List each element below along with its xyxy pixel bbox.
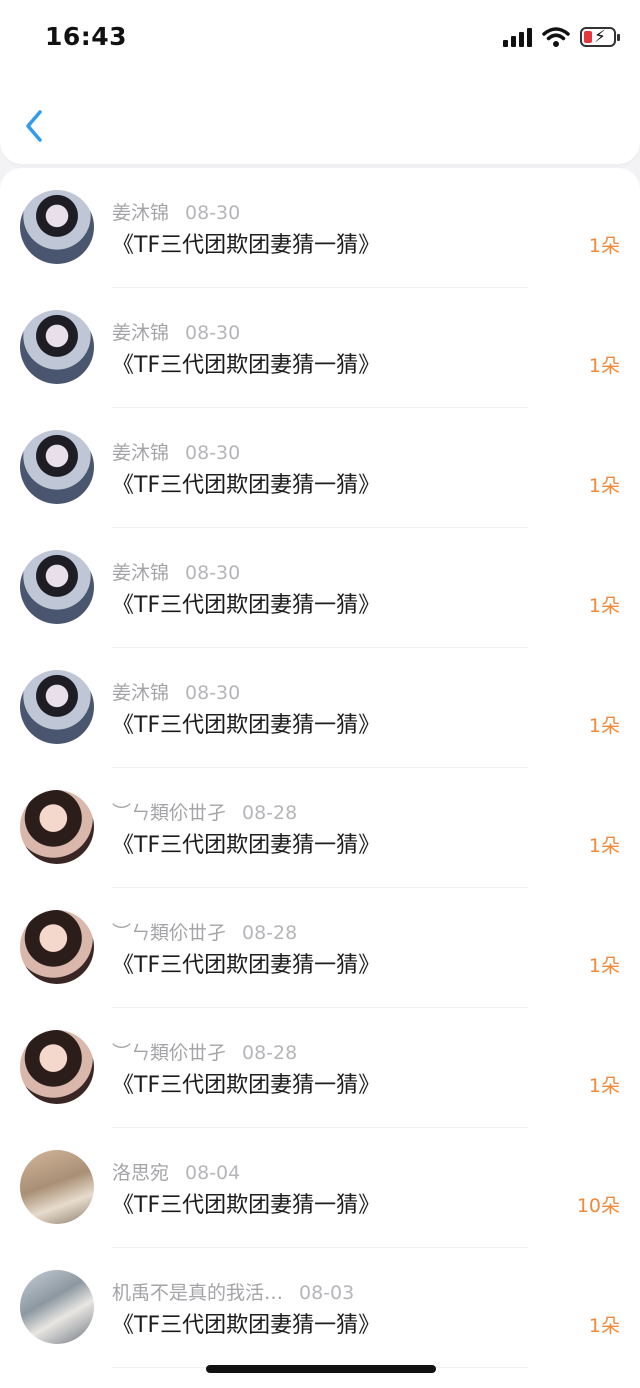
item-meta: ︶ㄣ類伱丗孑 08-28: [112, 798, 297, 825]
item-meta: 姜沐锦 08-30: [112, 198, 240, 225]
avatar[interactable]: [20, 550, 94, 624]
item-meta: 姜沐锦 08-30: [112, 438, 240, 465]
list-item[interactable]: 姜沐锦 08-30 《TF三代团欺团妻猜一猜》 1朵: [0, 648, 640, 768]
avatar[interactable]: [20, 910, 94, 984]
item-meta: 机禹不是真的我活… 08-03: [112, 1278, 354, 1305]
flower-count: 1朵: [588, 1075, 620, 1097]
list-item[interactable]: ︶ㄣ類伱丗孑 08-28 《TF三代团欺团妻猜一猜》 1朵: [0, 888, 640, 1008]
item-meta: ︶ㄣ類伱丗孑 08-28: [112, 918, 297, 945]
item-title[interactable]: 《TF三代团欺团妻猜一猜》: [112, 587, 380, 619]
user-name[interactable]: 姜沐锦: [112, 322, 169, 344]
item-meta: 姜沐锦 08-30: [112, 678, 240, 705]
flower-count: 1朵: [588, 235, 620, 257]
avatar[interactable]: [20, 670, 94, 744]
avatar[interactable]: [20, 310, 94, 384]
item-title[interactable]: 《TF三代团欺团妻猜一猜》: [112, 707, 380, 739]
item-meta: ︶ㄣ類伱丗孑 08-28: [112, 1038, 297, 1065]
list-item[interactable]: ︶ㄣ類伱丗孑 08-28 《TF三代团欺团妻猜一猜》 1朵: [0, 768, 640, 888]
item-title[interactable]: 《TF三代团欺团妻猜一猜》: [112, 1067, 380, 1099]
user-name[interactable]: 机禹不是真的我活…: [112, 1282, 283, 1304]
user-name[interactable]: ︶ㄣ類伱丗孑: [112, 802, 226, 824]
user-name[interactable]: 洛思宛: [112, 1162, 169, 1184]
status-bar: 16:43 ⚡: [0, 0, 640, 78]
status-time: 16:43: [45, 22, 128, 51]
user-name[interactable]: 姜沐锦: [112, 562, 169, 584]
item-date: 08-30: [185, 322, 241, 344]
avatar[interactable]: [20, 1030, 94, 1104]
item-date: 08-28: [242, 922, 298, 944]
item-title[interactable]: 《TF三代团欺团妻猜一猜》: [112, 1307, 380, 1339]
back-chevron-icon[interactable]: [18, 106, 52, 146]
item-title[interactable]: 《TF三代团欺团妻猜一猜》: [112, 467, 380, 499]
item-title[interactable]: 《TF三代团欺团妻猜一猜》: [112, 1187, 380, 1219]
cellular-signal-icon: [503, 27, 532, 47]
gift-record-list: 姜沐锦 08-30 《TF三代团欺团妻猜一猜》 1朵 姜沐锦 08-30 《TF三代团欺团妻…: [0, 168, 640, 1388]
list-item[interactable]: 姜沐锦 08-30 《TF三代团欺团妻猜一猜》 1朵: [0, 288, 640, 408]
flower-count: 1朵: [588, 955, 620, 977]
item-date: 08-03: [299, 1282, 355, 1304]
flower-count: 1朵: [588, 835, 620, 857]
list-item[interactable]: ︶ㄣ類伱丗孑 08-28 《TF三代团欺团妻猜一猜》 1朵: [0, 1008, 640, 1128]
item-date: 08-30: [185, 442, 241, 464]
item-title[interactable]: 《TF三代团欺团妻猜一猜》: [112, 947, 380, 979]
item-meta: 姜沐锦 08-30: [112, 558, 240, 585]
nav-bar: [0, 78, 640, 164]
item-date: 08-28: [242, 802, 298, 824]
flower-count: 1朵: [588, 475, 620, 497]
flower-count: 1朵: [588, 715, 620, 737]
flower-count: 1朵: [588, 355, 620, 377]
status-icons: ⚡: [503, 26, 620, 48]
item-date: 08-04: [185, 1162, 241, 1184]
avatar[interactable]: [20, 790, 94, 864]
list-item[interactable]: 姜沐锦 08-30 《TF三代团欺团妻猜一猜》 1朵: [0, 408, 640, 528]
item-date: 08-30: [185, 682, 241, 704]
list-item[interactable]: 机禹不是真的我活… 08-03 《TF三代团欺团妻猜一猜》 1朵: [0, 1248, 640, 1368]
list-item[interactable]: 姜沐锦 08-30 《TF三代团欺团妻猜一猜》 1朵: [0, 168, 640, 288]
item-title[interactable]: 《TF三代团欺团妻猜一猜》: [112, 347, 380, 379]
item-date: 08-28: [242, 1042, 298, 1064]
wifi-icon: [542, 27, 570, 47]
avatar[interactable]: [20, 1270, 94, 1344]
list-item[interactable]: 姜沐锦 08-30 《TF三代团欺团妻猜一猜》 1朵: [0, 528, 640, 648]
user-name[interactable]: 姜沐锦: [112, 442, 169, 464]
battery-icon: ⚡: [580, 27, 620, 47]
item-title[interactable]: 《TF三代团欺团妻猜一猜》: [112, 227, 380, 259]
item-meta: 洛思宛 08-04: [112, 1158, 240, 1185]
item-title[interactable]: 《TF三代团欺团妻猜一猜》: [112, 827, 380, 859]
user-name[interactable]: ︶ㄣ類伱丗孑: [112, 1042, 226, 1064]
avatar[interactable]: [20, 1150, 94, 1224]
avatar[interactable]: [20, 190, 94, 264]
flower-count: 1朵: [588, 1315, 620, 1337]
flower-count: 1朵: [588, 595, 620, 617]
flower-count: 10朵: [576, 1195, 620, 1217]
home-indicator: [206, 1365, 436, 1373]
item-meta: 姜沐锦 08-30: [112, 318, 240, 345]
item-date: 08-30: [185, 562, 241, 584]
avatar[interactable]: [20, 430, 94, 504]
user-name[interactable]: 姜沐锦: [112, 682, 169, 704]
item-date: 08-30: [185, 202, 241, 224]
user-name[interactable]: ︶ㄣ類伱丗孑: [112, 922, 226, 944]
list-item[interactable]: 洛思宛 08-04 《TF三代团欺团妻猜一猜》 10朵: [0, 1128, 640, 1248]
user-name[interactable]: 姜沐锦: [112, 202, 169, 224]
